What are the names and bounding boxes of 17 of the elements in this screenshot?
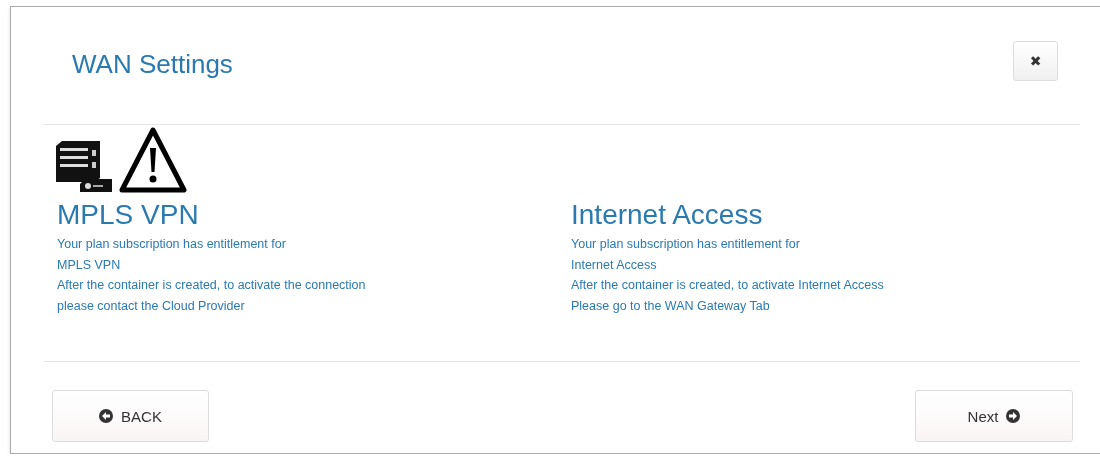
warning-icon (118, 126, 188, 194)
arrow-right-icon (1006, 409, 1021, 423)
info-text: Your plan subscription has entitlement for (571, 236, 801, 253)
info-text: Please go to the WAN Gateway Tab (571, 297, 771, 315)
back-button[interactable]: BACK (52, 390, 209, 442)
info-text: please contact the Cloud Provider (57, 297, 246, 315)
arrow-left-icon (99, 409, 114, 423)
info-text: Your plan subscription has entitlement for (57, 236, 287, 253)
info-text: Internet Access (571, 256, 658, 274)
info-text: After the container is created, to activate the connection (57, 277, 367, 294)
section-heading: MPLS VPN (57, 200, 200, 230)
info-text: After the container is created, to activate Internet Access (571, 277, 885, 294)
info-text: MPLS VPN (57, 256, 122, 274)
section-heading: Internet Access (571, 200, 764, 230)
close-button[interactable]: ✖ (1013, 41, 1058, 81)
next-button[interactable]: Next (915, 390, 1073, 442)
dialog-title: WAN Settings (72, 49, 233, 80)
